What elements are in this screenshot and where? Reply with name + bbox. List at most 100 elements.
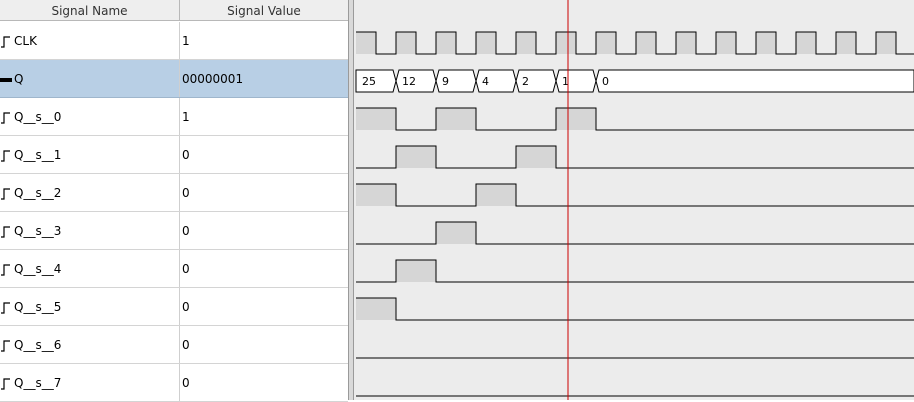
high-level-fill (676, 32, 696, 54)
signal-name-cell: Q__s__3 (0, 212, 180, 249)
signal-value-cell: 00000001 (180, 60, 348, 97)
waveform-step-icon (1, 150, 10, 162)
high-level-fill (356, 32, 376, 54)
signal-value: 0 (182, 224, 190, 238)
signal-row-q-s-7[interactable]: Q__s__7 0 (0, 364, 348, 402)
signal-name-cell: Q__s__0 (0, 98, 180, 135)
waveform-trace (356, 297, 914, 321)
signal-value: 0 (182, 338, 190, 352)
signal-name-cell: Q__s__7 (0, 364, 180, 401)
column-header-signal-name[interactable]: Signal Name (0, 0, 180, 21)
signal-value-cell: 0 (180, 288, 348, 325)
signal-row-q[interactable]: Q 00000001 (0, 60, 348, 98)
signal-name: Q__s__3 (14, 224, 62, 238)
signal-name: Q__s__7 (14, 376, 62, 390)
signal-value: 1 (182, 110, 190, 124)
bus-segment-label: 4 (482, 75, 489, 88)
high-level-fill (756, 32, 776, 54)
signal-name-cell: Q__s__2 (0, 174, 180, 211)
signal-row-q-s-3[interactable]: Q__s__3 0 (0, 212, 348, 250)
column-header-signal-value[interactable]: Signal Value (180, 0, 348, 21)
waveform-step-icon (1, 264, 10, 276)
waveform-trace (356, 145, 914, 169)
high-level-fill (836, 32, 856, 54)
signal-value-cell: 0 (180, 136, 348, 173)
high-level-fill (716, 32, 736, 54)
waveform-q-s-5 (356, 297, 914, 321)
signal-row-q-s-1[interactable]: Q__s__1 0 (0, 136, 348, 174)
high-level-fill (636, 32, 656, 54)
waveform-canvas[interactable]: 25 12 9 4 2 1 0 (354, 0, 914, 400)
waveform-panel[interactable]: 25 12 9 4 2 1 0 (354, 0, 914, 400)
waveform-trace (356, 259, 914, 283)
waveform-step-icon (1, 36, 10, 48)
bus-segment-label: 12 (402, 75, 416, 88)
high-level-fill (596, 32, 616, 54)
signal-value: 00000001 (182, 72, 244, 86)
signal-value: 0 (182, 186, 190, 200)
waveform-step-icon (1, 188, 10, 200)
high-level-fill (396, 260, 436, 282)
waveform-q-s-3 (356, 221, 914, 245)
high-level-fill (356, 108, 396, 130)
high-level-fill (476, 184, 516, 206)
signal-row-q-s-6[interactable]: Q__s__6 0 (0, 326, 348, 364)
high-level-fill (516, 146, 556, 168)
signal-value: 1 (182, 34, 190, 48)
waveform-step-icon (1, 302, 10, 314)
high-level-fill (436, 32, 456, 54)
bus-segment-label: 0 (602, 75, 609, 88)
signal-name-cell: Q__s__6 (0, 326, 180, 363)
signal-value: 0 (182, 262, 190, 276)
high-level-fill (556, 32, 576, 54)
signal-name-cell: CLK (0, 22, 180, 59)
signal-name: CLK (14, 34, 37, 48)
high-level-fill (476, 32, 496, 54)
signal-value-cell: 1 (180, 22, 348, 59)
signal-value-cell: 0 (180, 174, 348, 211)
signal-value-cell: 0 (180, 250, 348, 287)
bus-segment (595, 69, 914, 93)
signal-value: 0 (182, 376, 190, 390)
high-level-fill (436, 222, 476, 244)
bus-icon (0, 78, 12, 82)
signal-name: Q__s__4 (14, 262, 62, 276)
waveform-step-icon (1, 226, 10, 238)
signal-name: Q__s__5 (14, 300, 62, 314)
signal-row-q-s-2[interactable]: Q__s__2 0 (0, 174, 348, 212)
waveform-q-s-2 (356, 183, 914, 207)
signal-row-clk[interactable]: CLK 1 (0, 22, 348, 60)
high-level-fill (356, 298, 396, 320)
waveform-clk (356, 31, 914, 55)
signal-name: Q__s__2 (14, 186, 62, 200)
signal-name-cell: Q__s__4 (0, 250, 180, 287)
signal-row-q-s-0[interactable]: Q__s__0 1 (0, 98, 348, 136)
signal-value-cell: 0 (180, 212, 348, 249)
signal-value: 0 (182, 148, 190, 162)
waveform-q-s-1 (356, 145, 914, 169)
waveform-step-icon (1, 340, 10, 352)
high-level-fill (876, 32, 896, 54)
waveform-trace (356, 183, 914, 207)
signal-name-cell: Q__s__1 (0, 136, 180, 173)
signal-value: 0 (182, 300, 190, 314)
signal-name-cell: Q (0, 60, 180, 97)
signal-row-q-s-4[interactable]: Q__s__4 0 (0, 250, 348, 288)
high-level-fill (396, 32, 416, 54)
high-level-fill (556, 108, 596, 130)
waveform-q-s-4 (356, 259, 914, 283)
bus-segment-label: 25 (362, 75, 376, 88)
signal-name: Q__s__6 (14, 338, 62, 352)
high-level-fill (796, 32, 816, 54)
signal-value-cell: 0 (180, 364, 348, 401)
high-level-fill (436, 108, 476, 130)
waveform-step-icon (1, 378, 10, 390)
signal-name: Q__s__1 (14, 148, 62, 162)
signal-row-q-s-5[interactable]: Q__s__5 0 (0, 288, 348, 326)
waveform-step-icon (1, 112, 10, 124)
waveform-q-s-0 (356, 107, 914, 131)
high-level-fill (516, 32, 536, 54)
signal-value-cell: 0 (180, 326, 348, 363)
signal-value-cell: 1 (180, 98, 348, 135)
signal-name: Q__s__0 (14, 110, 62, 124)
